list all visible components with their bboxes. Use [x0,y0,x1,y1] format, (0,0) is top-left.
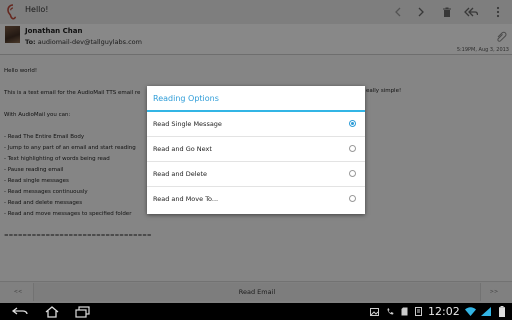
option-read-and-go-next[interactable]: Read and Go Next [147,137,365,162]
email-view: Hello! Jonathan Chan To: audiomail-dev@t… [0,0,512,303]
file-icon [412,303,424,320]
sd-card-icon [398,303,410,320]
battery-icon [496,303,508,320]
option-label: Read and Move To... [153,195,219,203]
recent-apps-icon[interactable] [70,303,96,320]
phone-icon [384,303,396,320]
home-icon[interactable] [40,303,64,320]
option-read-single-message[interactable]: Read Single Message [147,112,365,137]
option-label: Read and Delete [153,170,208,178]
dialog-title: Reading Options [147,86,365,112]
option-label: Read and Go Next [153,145,212,153]
radio-icon[interactable] [349,170,356,177]
back-icon[interactable] [8,303,32,320]
radio-icon[interactable] [349,195,356,202]
radio-icon[interactable] [349,145,356,152]
radio-selected-icon[interactable] [349,120,356,127]
reading-options-dialog: Reading Options Read Single Message Read… [147,86,365,214]
wifi-icon [463,303,477,320]
system-bar: 12:02 [0,303,512,320]
screenshot-icon [368,303,380,320]
option-read-and-delete[interactable]: Read and Delete [147,162,365,187]
option-label: Read Single Message [153,120,222,128]
option-read-and-move-to[interactable]: Read and Move To... [147,187,365,212]
signal-icon [479,303,493,320]
clock: 12:02 [428,305,460,318]
